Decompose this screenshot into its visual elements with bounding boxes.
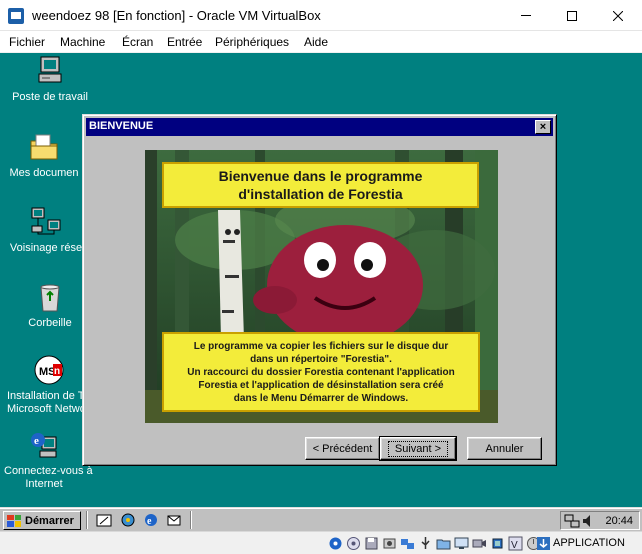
welcome-heading-line1: Bienvenue dans le programme: [218, 168, 423, 184]
desktop-icon-my-documents[interactable]: Mes documen: [4, 131, 84, 180]
desktop-icon-label: Connectez-vous à: [4, 465, 93, 477]
close-icon: [613, 10, 623, 21]
desktop-icon-label-line2: Microsoft Netwo: [7, 403, 86, 415]
channels-icon[interactable]: [120, 512, 136, 528]
menu-fichier[interactable]: Fichier: [9, 35, 45, 49]
show-desktop-icon[interactable]: [96, 512, 112, 528]
next-button-label: Suivant >: [387, 440, 449, 457]
internet-explorer-icon[interactable]: e: [143, 512, 159, 528]
desktop-icon-label: Mes documen: [9, 167, 79, 179]
maximize-button[interactable]: [549, 0, 595, 31]
close-window-button[interactable]: [595, 0, 641, 31]
body-line: dans le Menu Démarrer de Windows.: [233, 392, 409, 404]
start-label: Démarrer: [25, 514, 74, 527]
connect-internet-icon: e: [28, 429, 60, 461]
volume-tray-icon[interactable]: [581, 513, 597, 529]
windows-logo-icon: [7, 514, 21, 527]
guest-desktop: Poste de travail Mes documen Voisinage r…: [0, 53, 642, 507]
system-tray: 20:44: [560, 511, 640, 530]
desktop-icon-label: Voisinage rése: [9, 242, 83, 254]
welcome-body-banner: Le programme va copier les fichiers sur …: [162, 332, 480, 412]
floppy-status-icon[interactable]: [364, 536, 379, 551]
svg-text:n: n: [54, 366, 60, 377]
my-documents-icon: [28, 131, 60, 163]
host-titlebar: weendoez 98 [En fonction] - Oracle VM Vi…: [0, 0, 642, 31]
desktop-icon-label-line2: Internet: [25, 478, 63, 490]
shared-folders-status-icon[interactable]: [436, 536, 451, 551]
cpu-status-icon[interactable]: [490, 536, 505, 551]
host-window-title: weendoez 98 [En fonction] - Oracle VM Vi…: [32, 8, 321, 23]
desktop-icon-label: Poste de travail: [12, 91, 88, 103]
body-line: Le programme va copier les fichiers sur …: [193, 340, 449, 352]
desktop-icon-label: Installation de T: [7, 390, 85, 402]
virtualization-status-icon[interactable]: V: [508, 536, 523, 551]
desktop-icon-recycle-bin[interactable]: Corbeille: [10, 281, 90, 330]
video-capture-status-icon[interactable]: [472, 536, 487, 551]
host-key-label: APPLICATION: [553, 537, 625, 549]
maximize-icon: [567, 10, 577, 21]
host-key-arrow-icon[interactable]: [536, 536, 551, 551]
forestia-splash-image: Bienvenue dans le programme d'installati…: [145, 150, 498, 423]
optical-drive-status-icon[interactable]: [346, 536, 361, 551]
desktop-icon-my-computer[interactable]: Poste de travail: [10, 55, 90, 104]
dialog-titlebar[interactable]: BIENVENUE ×: [86, 118, 553, 136]
minimize-button[interactable]: [503, 0, 549, 31]
welcome-heading-banner: Bienvenue dans le programme d'installati…: [162, 162, 479, 208]
menu-entree[interactable]: Entrée: [167, 35, 202, 49]
welcome-heading-line2: d'installation de Forestia: [238, 186, 403, 202]
menu-ecran[interactable]: Écran: [122, 35, 153, 49]
hard-disk-status-icon[interactable]: [328, 536, 343, 551]
host-menubar: Fichier Machine Écran Entrée Périphériqu…: [0, 31, 642, 53]
menu-machine[interactable]: Machine: [60, 35, 105, 49]
host-statusbar: V APPLICATION: [0, 531, 642, 554]
desktop-icon-msn[interactable]: MS n Installation de T Microsoft Netwo: [2, 354, 86, 416]
display-status-icon[interactable]: [454, 536, 469, 551]
cancel-button[interactable]: Annuler: [467, 437, 542, 460]
taskbar-separator: [190, 511, 192, 529]
virtualbox-app-icon: [8, 8, 24, 24]
network-tray-icon[interactable]: [564, 513, 580, 529]
network-status-icon[interactable]: [400, 536, 415, 551]
clock[interactable]: 20:44: [605, 515, 633, 527]
guest-taskbar: Démarrer e 20:44: [0, 507, 642, 531]
usb-status-icon[interactable]: [418, 536, 433, 551]
previous-button[interactable]: < Précédent: [305, 437, 380, 460]
next-button[interactable]: Suivant >: [379, 436, 457, 461]
desktop-icon-label: Corbeille: [28, 317, 72, 329]
taskbar-separator: [86, 511, 88, 529]
close-icon: ×: [539, 121, 547, 133]
desktop-icon-connect-internet[interactable]: e Connectez-vous à Internet: [4, 429, 93, 491]
recycle-bin-icon: [34, 281, 66, 313]
audio-status-icon[interactable]: [382, 536, 397, 551]
body-line: Un raccourci du dossier Forestia contena…: [187, 366, 455, 378]
my-computer-icon: [34, 55, 66, 87]
body-line: dans un répertoire "Forestia".: [250, 353, 392, 365]
menu-peripheriques[interactable]: Périphériques: [215, 35, 289, 49]
dialog-close-button[interactable]: ×: [535, 120, 551, 134]
start-button[interactable]: Démarrer: [3, 511, 81, 530]
outlook-express-icon[interactable]: [166, 512, 182, 528]
svg-text:V: V: [511, 540, 518, 551]
dialog-title: BIENVENUE: [89, 120, 154, 132]
msn-icon: MS n: [33, 354, 65, 386]
menu-aide[interactable]: Aide: [304, 35, 328, 49]
svg-text:e: e: [147, 516, 152, 527]
body-line: Forestia et l'application de désinstalla…: [198, 379, 444, 391]
network-neighborhood-icon: [30, 206, 62, 238]
svg-text:e: e: [34, 435, 39, 447]
welcome-dialog: BIENVENUE × Bienvenue dans le programme …: [82, 114, 557, 466]
desktop-icon-network[interactable]: Voisinage rése: [6, 206, 86, 255]
minimize-icon: [521, 15, 531, 16]
